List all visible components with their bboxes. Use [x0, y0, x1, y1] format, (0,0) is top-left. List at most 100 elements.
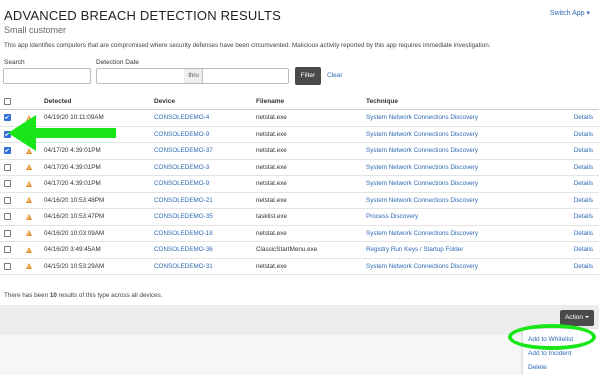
row-checkbox-cell[interactable]	[0, 159, 26, 176]
app-description: This app identifies computers that are c…	[4, 42, 491, 49]
warning-icon	[26, 263, 32, 269]
details-link[interactable]: Details	[559, 126, 599, 143]
device-header[interactable]: Device	[154, 94, 256, 110]
caret-down-icon	[585, 316, 590, 319]
row-checkbox[interactable]	[4, 213, 11, 221]
table-row[interactable]: 04/16/20 10:53:47PMCONSOLEDEMO-35tasklis…	[0, 208, 599, 226]
filename-cell: netstat.exe	[256, 109, 366, 127]
device-link[interactable]: CONSOLEDEMO-9	[154, 175, 256, 193]
device-link[interactable]: CONSOLEDEMO-36	[154, 241, 256, 259]
severity-cell	[26, 241, 44, 259]
warning-icon	[26, 246, 32, 253]
details-link[interactable]: Details	[559, 109, 599, 127]
technique-link[interactable]: System Network Connections Discovery	[366, 142, 559, 160]
severity-cell	[26, 258, 44, 275]
row-checkbox[interactable]	[4, 163, 11, 171]
details-link[interactable]: Details	[559, 225, 599, 242]
severity-cell	[26, 175, 44, 193]
row-checkbox[interactable]	[4, 180, 11, 188]
technique-link[interactable]: System Network Connections Discovery	[366, 192, 559, 209]
details-link[interactable]: Details	[559, 241, 599, 259]
date-to-input[interactable]	[202, 68, 289, 84]
row-checkbox-cell[interactable]	[0, 175, 26, 193]
detected-header[interactable]: Detected	[44, 94, 154, 110]
technique-link[interactable]: System Network Connections Discovery	[366, 225, 559, 242]
detected-cell: 04/16/20 3:49:45AM	[44, 241, 154, 259]
technique-link[interactable]: Process Discovery	[366, 208, 559, 226]
row-checkbox-cell[interactable]	[0, 225, 26, 242]
technique-link[interactable]: System Network Connections Discovery	[366, 126, 559, 143]
menu-item-add-to-incident[interactable]: Add to Incident	[528, 350, 571, 357]
switch-app-link[interactable]: Switch App ▾	[550, 9, 590, 17]
filename-cell: netstat.exe	[256, 142, 366, 160]
detected-cell: 04/17/20 4:39:01PM	[44, 159, 154, 176]
filter-button[interactable]: Filter	[295, 67, 321, 85]
technique-link[interactable]: System Network Connections Discovery	[366, 258, 559, 275]
detected-cell: 04/16/20 10:03:09AM	[44, 225, 154, 242]
row-checkbox-cell[interactable]	[0, 208, 26, 226]
table-row[interactable]: 04/16/20 3:49:45AMCONSOLEDEMO-36ClassicS…	[0, 241, 599, 259]
table-row[interactable]: 04/16/20 10:03:09AMCONSOLEDEMO-18netstat…	[0, 225, 599, 242]
severity-header	[26, 94, 44, 110]
severity-cell	[26, 159, 44, 176]
technique-link[interactable]: System Network Connections Discovery	[366, 175, 559, 193]
device-link[interactable]: CONSOLEDEMO-21	[154, 192, 256, 209]
details-link[interactable]: Details	[559, 258, 599, 275]
filename-cell: tasklist.exe	[256, 208, 366, 226]
search-input[interactable]	[3, 68, 91, 84]
filename-cell: netstat.exe	[256, 225, 366, 242]
severity-cell	[26, 225, 44, 242]
filename-cell: ClassicStartMenu.exe	[256, 241, 366, 259]
row-checkbox[interactable]	[4, 262, 11, 270]
severity-cell	[26, 208, 44, 226]
clear-link[interactable]: Clear	[327, 72, 343, 79]
detected-cell: 04/16/20 10:53:47PM	[44, 208, 154, 226]
detected-cell: 04/16/20 10:53:48PM	[44, 192, 154, 209]
technique-header[interactable]: Technique	[366, 94, 559, 110]
details-link[interactable]: Details	[559, 142, 599, 160]
row-checkbox[interactable]	[4, 246, 11, 254]
device-link[interactable]: CONSOLEDEMO-37	[154, 142, 256, 160]
filename-cell: netstat.exe	[256, 159, 366, 176]
customer-name: Small customer	[4, 25, 67, 35]
device-link[interactable]: CONSOLEDEMO-3	[154, 159, 256, 176]
device-link[interactable]: CONSOLEDEMO-18	[154, 225, 256, 242]
row-checkbox-cell[interactable]	[0, 192, 26, 209]
select-all-cell[interactable]	[0, 94, 26, 110]
technique-link[interactable]: System Network Connections Discovery	[366, 159, 559, 176]
device-link[interactable]: CONSOLEDEMO-35	[154, 208, 256, 226]
technique-link[interactable]: Registry Run Keys / Startup Folder	[366, 241, 559, 259]
summary-prefix: There has been	[4, 292, 50, 299]
details-link[interactable]: Details	[559, 192, 599, 209]
warning-icon	[26, 164, 32, 170]
device-link[interactable]: CONSOLEDEMO-4	[154, 109, 256, 127]
detected-cell: 04/15/20 10:53:29AM	[44, 258, 154, 275]
row-checkbox-cell[interactable]	[0, 258, 26, 275]
summary-count: 10	[49, 292, 57, 299]
table-row[interactable]: 04/15/20 10:53:29AMCONSOLEDEMO-31netstat…	[0, 258, 599, 275]
details-link[interactable]: Details	[559, 159, 599, 176]
table-row[interactable]: 04/17/20 4:39:01PMCONSOLEDEMO-9netstat.e…	[0, 175, 599, 193]
warning-icon	[26, 230, 32, 236]
row-checkbox[interactable]	[4, 229, 11, 237]
row-checkbox-cell[interactable]	[0, 241, 26, 259]
technique-link[interactable]: System Network Connections Discovery	[366, 109, 559, 127]
results-summary: There has been 10 results of this type a…	[4, 292, 163, 299]
select-all-checkbox[interactable]	[4, 97, 11, 105]
device-link[interactable]: CONSOLEDEMO-9	[154, 126, 256, 143]
details-link[interactable]: Details	[559, 208, 599, 226]
date-from-input[interactable]	[96, 68, 185, 84]
row-checkbox[interactable]	[4, 196, 11, 204]
search-label: Search	[4, 59, 25, 66]
table-row[interactable]: 04/17/20 4:39:01PMCONSOLEDEMO-3netstat.e…	[0, 159, 599, 176]
menu-item-delete[interactable]: Delete	[528, 364, 547, 371]
detected-cell: 04/17/20 4:39:01PM	[44, 175, 154, 193]
highlight-ellipse-icon	[508, 324, 596, 350]
details-link[interactable]: Details	[559, 175, 599, 193]
filename-header[interactable]: Filename	[256, 94, 366, 110]
filename-cell: netstat.exe	[256, 258, 366, 275]
filename-cell: netstat.exe	[256, 126, 366, 143]
action-button-label: Action	[564, 314, 584, 321]
table-row[interactable]: 04/16/20 10:53:48PMCONSOLEDEMO-21netstat…	[0, 192, 599, 209]
device-link[interactable]: CONSOLEDEMO-31	[154, 258, 256, 275]
